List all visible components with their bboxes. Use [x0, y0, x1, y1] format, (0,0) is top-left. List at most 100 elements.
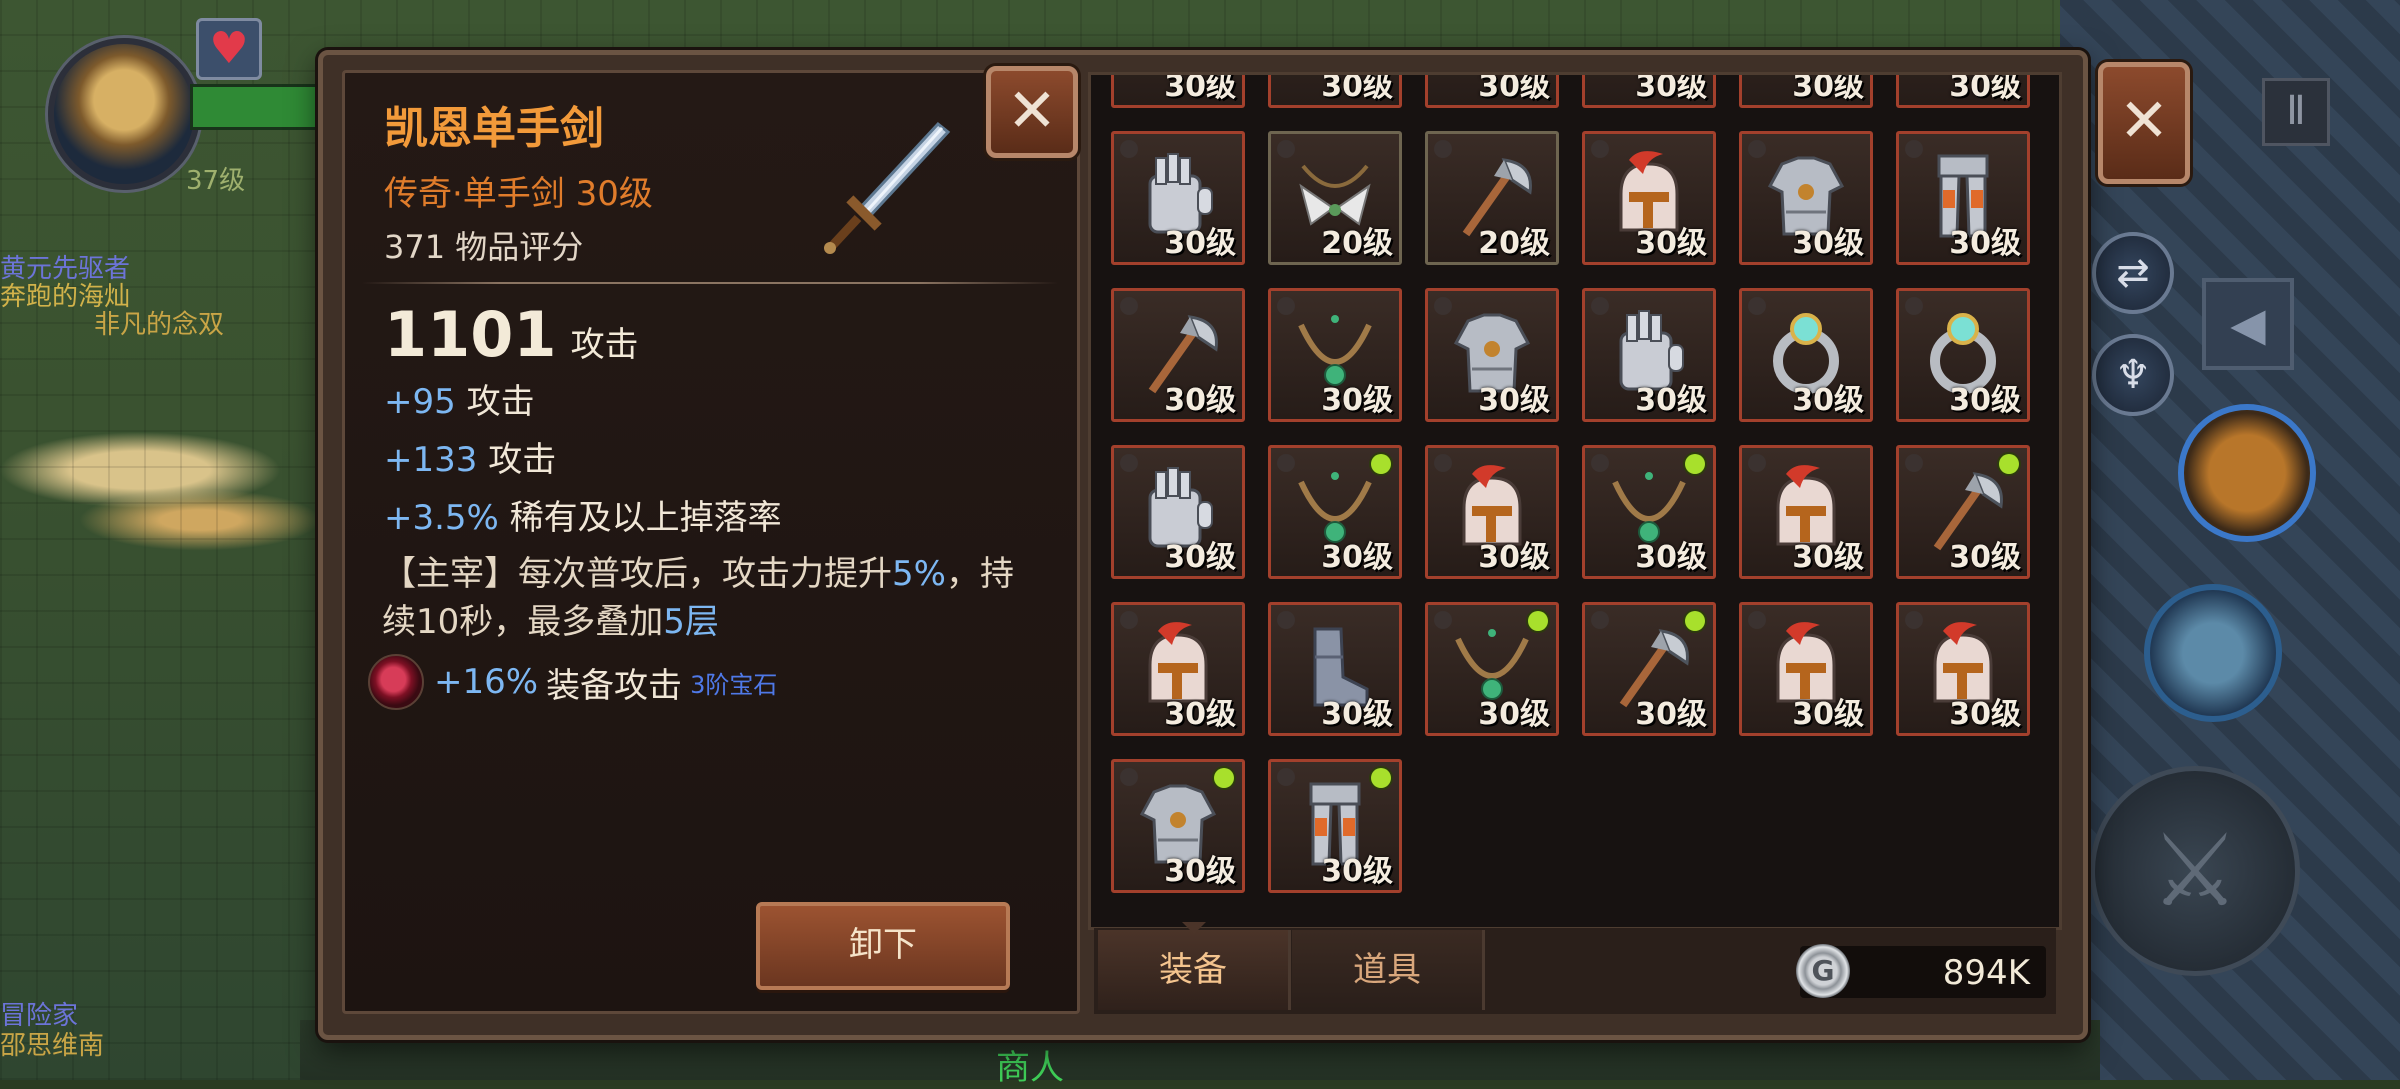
stat-line: +3.5% 稀有及以上掉落率	[384, 490, 782, 539]
swap-icon[interactable]: ⇄	[2092, 232, 2174, 314]
inventory-slot[interactable]: 30级	[1111, 75, 1245, 108]
inventory-slot[interactable]: 30级	[1582, 288, 1716, 422]
unequip-button[interactable]: 卸下	[756, 902, 1010, 990]
lock-dot	[1591, 454, 1609, 472]
item-level: 30级	[1164, 540, 1236, 575]
heart-icon[interactable]: ♥	[196, 18, 262, 80]
item-level: 30级	[1949, 697, 2021, 732]
skill-description: 【主宰】每次普攻后，攻击力提升5%，持续10秒，最多叠加5层	[382, 550, 1042, 646]
inventory-slot[interactable]: 30级	[1739, 602, 1873, 736]
world-player-name: 非凡的念双	[94, 310, 225, 340]
inventory-slot[interactable]: 30级	[1425, 75, 1559, 108]
item-level: 30级	[1949, 540, 2021, 575]
new-item-badge	[1685, 611, 1705, 631]
lock-dot	[1120, 454, 1138, 472]
item-level: 30级	[1792, 72, 1864, 104]
lock-dot	[1434, 454, 1452, 472]
player-avatar[interactable]	[48, 38, 200, 190]
lock-dot	[1748, 611, 1766, 629]
inventory-slot[interactable]: 20级	[1425, 131, 1559, 265]
tab-items[interactable]: 道具	[1292, 930, 1485, 1010]
inventory-slot[interactable]: 30级	[1425, 602, 1559, 736]
lock-dot	[1748, 140, 1766, 158]
item-level: 20级	[1478, 226, 1550, 261]
player-level: 37级	[186, 166, 246, 196]
close-icon[interactable]: ✕	[986, 66, 1078, 158]
collapse-arrow-icon[interactable]: ◀	[2202, 278, 2294, 370]
inventory-grid[interactable]: 30级 30级 30级 30级 30级 30级 30级 20级 20级 30级 30级 30级 30级 3…	[1088, 72, 2062, 930]
inventory-slot[interactable]: 30级	[1739, 72, 1873, 108]
item-score: 371 物品评分	[384, 228, 584, 266]
lock-dot	[1591, 140, 1609, 158]
item-level: 30级	[1321, 697, 1393, 732]
lock-dot	[1120, 768, 1138, 786]
item-level: 20级	[1321, 226, 1393, 261]
broom-icon[interactable]: ♆	[2092, 334, 2174, 416]
item-level: 30级	[1949, 383, 2021, 418]
skill-button[interactable]	[2144, 584, 2282, 722]
new-item-badge	[1999, 454, 2019, 474]
inventory-slot[interactable]: 30级	[1425, 445, 1559, 579]
inventory-slot[interactable]: 30级	[1268, 75, 1402, 108]
item-level: 30级	[1164, 226, 1236, 261]
inventory-slot[interactable]: 30级	[1268, 602, 1402, 736]
inventory-slot[interactable]: 30级	[1582, 72, 1716, 108]
inventory-slot[interactable]: 30级	[1896, 602, 2030, 736]
lock-dot	[1434, 611, 1452, 629]
tab-equipment[interactable]: 装备	[1098, 930, 1291, 1010]
item-level: 30级	[1949, 226, 2021, 261]
item-level: 30级	[1635, 540, 1707, 575]
lock-dot	[1905, 297, 1923, 315]
inventory-slot[interactable]: 30级	[1739, 445, 1873, 579]
inventory-slot[interactable]: 30级	[1111, 131, 1245, 265]
base-attack-label: 攻击	[570, 325, 639, 365]
inventory-slot[interactable]: 30级	[1896, 288, 2030, 422]
inventory-slot[interactable]: 30级	[1268, 759, 1402, 893]
skill-button[interactable]	[2178, 404, 2316, 542]
pause-button[interactable]: Ⅱ	[2262, 78, 2330, 146]
lock-dot	[1748, 454, 1766, 472]
inventory-slot[interactable]: 30级	[1268, 445, 1402, 579]
item-name: 凯恩单手剑	[384, 103, 604, 154]
lock-dot	[1591, 611, 1609, 629]
stat-value: +3.5%	[384, 498, 499, 538]
item-level: 30级	[1635, 226, 1707, 261]
item-level: 30级	[1321, 540, 1393, 575]
stat-label: 攻击	[488, 440, 557, 480]
inventory-slot[interactable]: 30级	[1111, 759, 1245, 893]
item-level: 30级	[1164, 854, 1236, 889]
world-player-name: 邵思维南	[0, 1031, 105, 1061]
skill-text: 【主宰】每次普攻后，攻击力提升	[382, 554, 892, 594]
lock-dot	[1277, 611, 1295, 629]
inventory-slot[interactable]: 30级	[1739, 131, 1873, 265]
inventory-slot[interactable]: 30级	[1111, 445, 1245, 579]
lock-dot	[1905, 454, 1923, 472]
gem-tier: 3阶宝石	[690, 670, 778, 699]
base-attack: 1101 攻击	[384, 298, 639, 371]
inventory-slot[interactable]: 30级	[1739, 288, 1873, 422]
stat-label: 稀有及以上掉落率	[509, 498, 782, 538]
item-level: 30级	[1321, 854, 1393, 889]
inventory-slot[interactable]: 30级	[1111, 602, 1245, 736]
item-level: 30级	[1478, 540, 1550, 575]
inventory-slot[interactable]: 30级	[1582, 602, 1716, 736]
lock-dot	[1120, 140, 1138, 158]
inventory-slot[interactable]: 30级	[1111, 288, 1245, 422]
new-item-badge	[1214, 768, 1234, 788]
close-icon[interactable]: ✕	[2098, 62, 2190, 184]
currency-amount: 894K	[1942, 953, 2030, 993]
inventory-slot[interactable]: 20级	[1268, 131, 1402, 265]
item-rarity-type: 传奇·单手剑 30级	[384, 174, 653, 214]
inventory-slot[interactable]: 30级	[1582, 131, 1716, 265]
item-level: 30级	[1635, 72, 1707, 104]
inventory-slot[interactable]: 30级	[1896, 445, 2030, 579]
lock-dot	[1905, 140, 1923, 158]
inventory-slot[interactable]: 30级	[1896, 131, 2030, 265]
lock-dot	[1120, 297, 1138, 315]
inventory-slot[interactable]: 30级	[1896, 75, 2030, 108]
inventory-slot[interactable]: 30级	[1582, 445, 1716, 579]
divider	[362, 282, 1058, 284]
inventory-slot[interactable]: 30级	[1425, 288, 1559, 422]
inventory-slot[interactable]: 30级	[1268, 288, 1402, 422]
attack-button[interactable]: ⚔	[2090, 766, 2300, 976]
